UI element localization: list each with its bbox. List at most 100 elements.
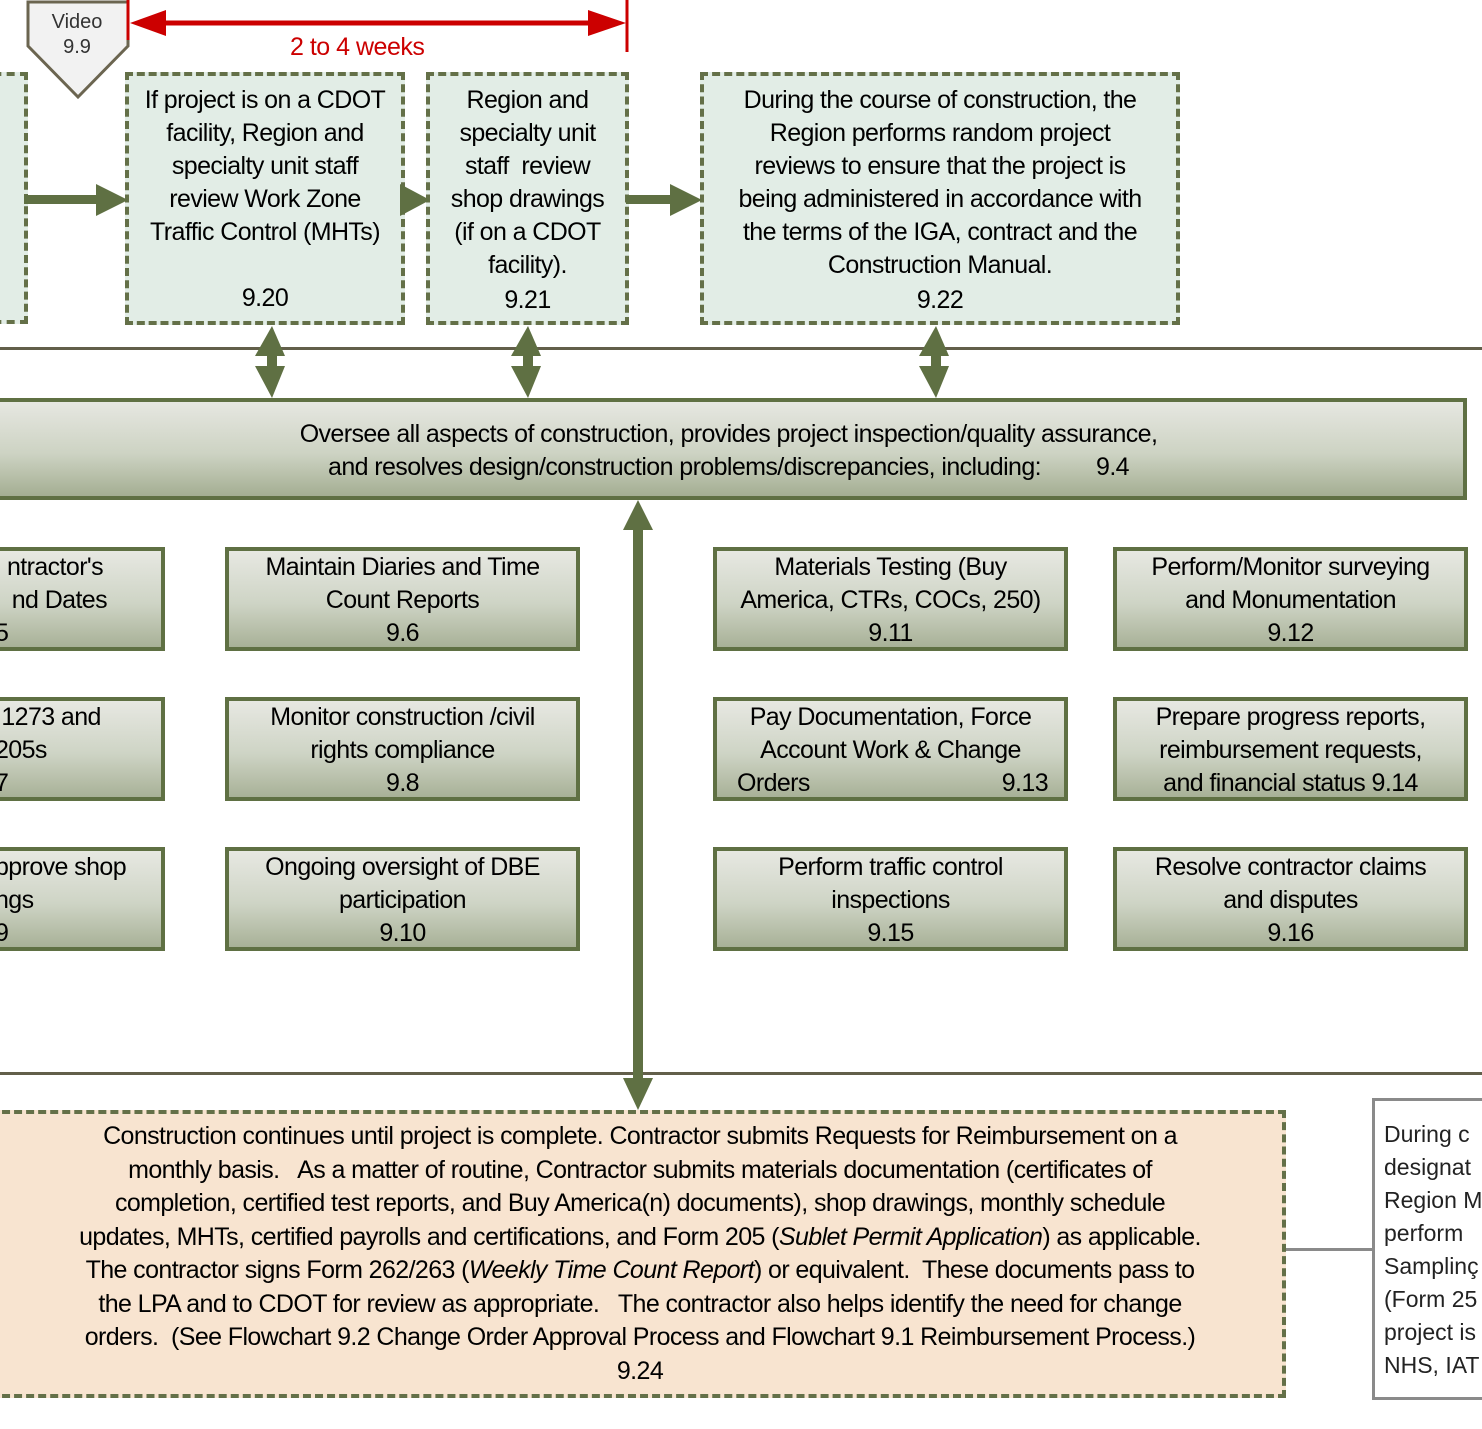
step-line: Construction Manual. <box>827 251 1053 279</box>
task-box-9-8[interactable]: Monitor construction /civil rights compl… <box>225 697 580 801</box>
task-line: pprove shop <box>0 853 127 881</box>
video-number: 9.9 <box>63 36 91 58</box>
form-title: Sublet Permit Application <box>778 1222 1043 1251</box>
side-note-text: During c designat Region M perform Sampl… <box>1384 1118 1482 1382</box>
final-text: ) or equivalent. These documents pass to <box>753 1256 1195 1284</box>
task-line: Count Reports <box>325 586 480 614</box>
swimlane-divider <box>0 1072 1482 1075</box>
form-title: Weekly Time Count Report <box>468 1256 755 1284</box>
step-number: 9.22 <box>916 286 964 314</box>
step-line: (if on a CDOT <box>454 218 601 246</box>
step-box-9-21[interactable]: Region and specialty unit staff review s… <box>426 72 629 325</box>
double-arrow-icon <box>511 326 541 398</box>
task-line: rights compliance <box>310 736 495 764</box>
task-line: 205s <box>0 736 47 764</box>
final-line: orders. (See Flowchart 9.2 Change Order … <box>84 1323 1196 1351</box>
task-line: ntractor's <box>6 553 104 581</box>
task-line: Resolve contractor claims <box>1154 853 1427 881</box>
task-line: Orders 9.13 <box>717 767 1064 797</box>
step-line: Region and <box>466 86 589 114</box>
final-line: monthly basis. As a matter of routine, C… <box>128 1155 1152 1184</box>
task-number: 9.12 <box>1267 619 1314 647</box>
task-line: and Monumentation <box>1185 586 1396 614</box>
task-line: Pay Documentation, Force <box>749 703 1032 731</box>
task-number: 9.10 <box>379 919 426 947</box>
final-number: 9.24 <box>616 1356 664 1385</box>
task-line: participation <box>338 886 467 914</box>
final-line: Construction continues until project is … <box>103 1122 1177 1150</box>
task-line: 7 <box>0 767 9 797</box>
task-box-9-14[interactable]: Prepare progress reports, reimbursement … <box>1113 697 1468 801</box>
task-line: Ongoing oversight of DBE <box>265 853 540 881</box>
step-line: specialty unit <box>459 119 596 147</box>
final-line: The contractor signs Form 262/263 (Weekl… <box>4 1254 1276 1288</box>
task-number: 9.6 <box>386 619 420 647</box>
video-marker-label: Video 9.9 <box>26 10 128 60</box>
vertical-double-arrow <box>623 500 653 1110</box>
final-text: The contractor signs Form 262/263 ( <box>85 1256 470 1284</box>
task-line: 1273 and <box>0 703 101 731</box>
oversee-construction-box[interactable]: Oversee all aspects of construction, pro… <box>0 398 1467 500</box>
step-line: review Work Zone <box>169 185 361 213</box>
task-line: reimbursement requests, <box>1159 736 1422 764</box>
oversee-line-1: Oversee all aspects of construction, pro… <box>299 420 1158 448</box>
note-connector <box>1286 1248 1374 1251</box>
task-line: and financial status 9.14 <box>1163 769 1418 797</box>
task-box-9-9[interactable]: pprove shop ngs 9 <box>0 847 165 951</box>
task-number: 9.16 <box>1267 919 1314 947</box>
step-line: reviews to ensure that the project is <box>754 152 1126 180</box>
duration-label: 2 to 4 weeks <box>290 33 425 61</box>
task-line: ngs <box>0 886 34 914</box>
task-line: Monitor construction /civil <box>270 703 535 731</box>
step-line: If project is on a CDOT <box>144 86 386 114</box>
task-number: 9.15 <box>867 919 914 947</box>
double-arrow-icon <box>919 326 949 398</box>
oversee-line-2-text: and resolves design/construction problem… <box>328 453 1042 481</box>
task-line: Prepare progress reports, <box>1155 703 1426 731</box>
task-box-9-10[interactable]: Ongoing oversight of DBE participation 9… <box>225 847 580 951</box>
step-line: being administered in accordance with <box>738 185 1142 213</box>
final-line: updates, MHTs, certified payrolls and ce… <box>4 1221 1276 1255</box>
construction-continues-box[interactable]: Construction continues until project is … <box>0 1110 1286 1398</box>
task-line: Perform/Monitor surveying <box>1151 553 1430 581</box>
task-line: Materials Testing (Buy <box>774 553 1007 581</box>
step-number: 9.20 <box>241 284 289 312</box>
flow-arrow-right <box>626 184 702 216</box>
video-label: Video <box>51 11 103 33</box>
task-box-9-11[interactable]: Materials Testing (Buy America, CTRs, CO… <box>713 547 1068 651</box>
task-line: 9 <box>0 917 9 947</box>
step-box-9-22[interactable]: During the course of construction, the R… <box>700 72 1180 325</box>
oversee-number: 9.4 <box>1096 453 1130 481</box>
step-line: staff review <box>464 152 591 180</box>
final-text: updates, MHTs, certified payrolls and ce… <box>79 1222 779 1251</box>
task-line: Perform traffic control <box>778 853 1003 881</box>
task-box-9-16[interactable]: Resolve contractor claims and disputes 9… <box>1113 847 1468 951</box>
task-box-9-7[interactable]: 1273 and 205s 7 <box>0 697 165 801</box>
step-line: During the course of construction, the <box>743 86 1137 114</box>
step-line: facility, Region and <box>166 119 364 147</box>
task-line: 5 <box>0 617 9 647</box>
note-line: designat <box>1384 1154 1471 1180</box>
note-line: Samplinç <box>1384 1253 1479 1279</box>
note-line: perform <box>1384 1220 1464 1246</box>
note-line: project is <box>1384 1319 1477 1345</box>
task-line: inspections <box>831 886 950 914</box>
task-box-9-5[interactable]: ntractor's nd Dates 5 <box>0 547 165 651</box>
flow-arrow-right <box>24 184 128 216</box>
task-line-text: Orders <box>737 769 810 797</box>
step-line: shop drawings <box>450 185 605 213</box>
step-line: Traffic Control (MHTs) <box>150 218 380 246</box>
task-box-9-6[interactable]: Maintain Diaries and Time Count Reports … <box>225 547 580 651</box>
task-line: America, CTRs, COCs, 250) <box>740 586 1041 614</box>
note-line: (Form 25 <box>1384 1286 1478 1312</box>
task-line: Account Work & Change <box>760 736 1021 764</box>
task-box-9-15[interactable]: Perform traffic control inspections 9.15 <box>713 847 1068 951</box>
step-box-9-20[interactable]: If project is on a CDOT facility, Region… <box>125 72 405 325</box>
double-arrow-icon <box>255 326 285 398</box>
task-number: 9.13 <box>1001 769 1049 797</box>
task-box-9-13[interactable]: Pay Documentation, Force Account Work & … <box>713 697 1068 801</box>
note-line: Region M <box>1384 1187 1482 1213</box>
task-line: and disputes <box>1223 886 1358 914</box>
task-box-9-12[interactable]: Perform/Monitor surveying and Monumentat… <box>1113 547 1468 651</box>
step-line: the terms of the IGA, contract and the <box>742 218 1138 246</box>
